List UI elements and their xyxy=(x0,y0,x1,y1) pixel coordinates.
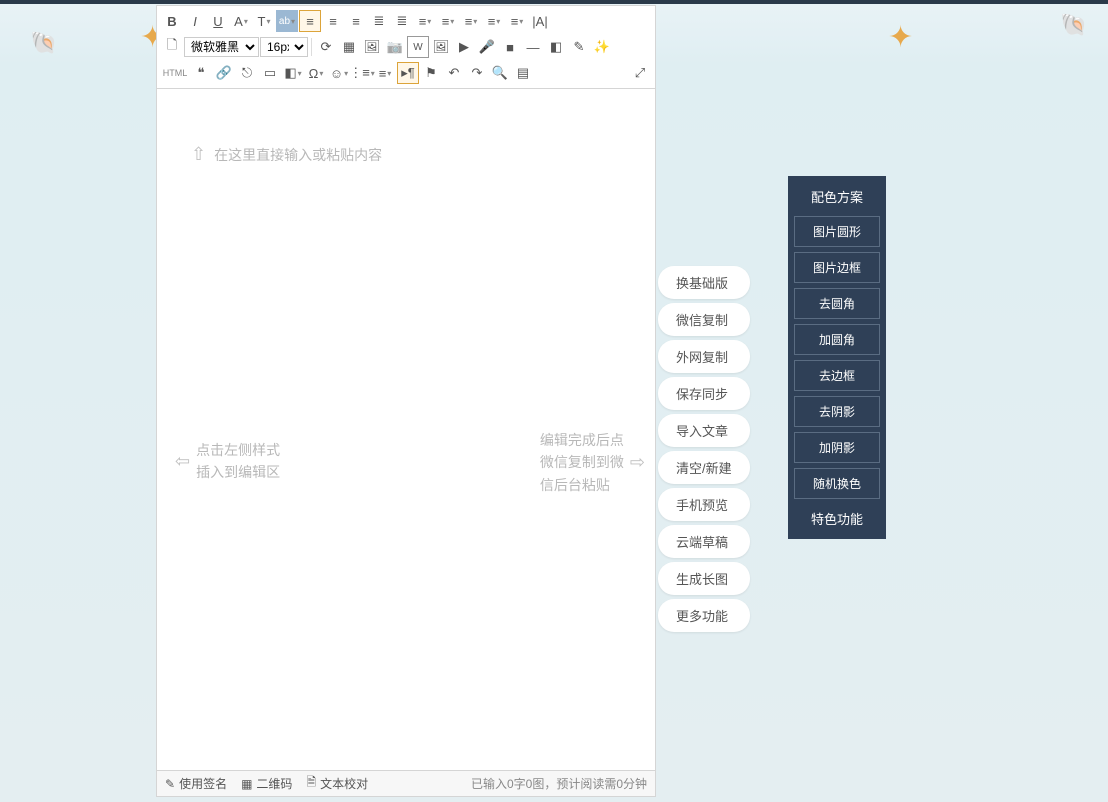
action-long-image[interactable]: 生成长图 xyxy=(658,562,750,595)
align-center-button[interactable]: ≡ xyxy=(322,10,344,32)
proofread-link[interactable]: 🗎文本校对 xyxy=(306,773,368,794)
align-left-button[interactable]: ≡ xyxy=(299,10,321,32)
qrcode-icon: ▦ xyxy=(241,777,252,791)
action-switch-basic[interactable]: 换基础版 xyxy=(658,266,750,299)
margin-button[interactable]: ≡ xyxy=(483,10,505,32)
quote-button[interactable]: ❝ xyxy=(190,62,212,84)
btn-remove-shadow[interactable]: 去阴影 xyxy=(794,396,880,427)
highlight-button[interactable]: ab xyxy=(276,10,298,32)
video-button[interactable]: ▶ xyxy=(453,36,475,58)
select-all-button[interactable]: ▤ xyxy=(512,62,534,84)
unlink-button[interactable]: ⎋ xyxy=(236,62,258,84)
emoji-button[interactable]: ☺ xyxy=(328,62,350,84)
gallery-button[interactable]: 🖼 xyxy=(430,36,452,58)
hint-left: ⇦ 点击左侧样式插入到编辑区 xyxy=(175,439,280,484)
word-button[interactable]: W xyxy=(407,36,429,58)
action-more[interactable]: 更多功能 xyxy=(658,599,750,632)
align-right-button[interactable]: ≡ xyxy=(345,10,367,32)
shell-deco: 🐚 xyxy=(1060,12,1087,38)
new-doc-button[interactable]: 🗋 xyxy=(161,36,183,58)
btn-add-shadow[interactable]: 加阴影 xyxy=(794,432,880,463)
table-button[interactable]: ▦ xyxy=(338,36,360,58)
gif-button[interactable]: 📷 xyxy=(384,36,406,58)
toolbar: B I U A T ab ≡ ≡ ≡ ≣ ≣ ≡ ≡ ≡ ≡ ≡ |A| 🗋 微… xyxy=(156,5,656,89)
action-wechat-copy[interactable]: 微信复制 xyxy=(658,303,750,336)
search-button[interactable]: 🔍 xyxy=(489,62,511,84)
right-arrow-icon: ⇨ xyxy=(630,448,645,477)
refresh-button[interactable]: ⟳ xyxy=(315,36,337,58)
left-arrow-icon: ⇦ xyxy=(175,447,190,476)
ordered-list-button[interactable]: ⋮≡ xyxy=(351,62,373,84)
btn-add-radius[interactable]: 加圆角 xyxy=(794,324,880,355)
btn-image-border[interactable]: 图片边框 xyxy=(794,252,880,283)
up-arrow-icon: ⇧ xyxy=(191,144,206,165)
style-panel: 配色方案 图片圆形 图片边框 去圆角 加圆角 去边框 去阴影 加阴影 随机换色 … xyxy=(788,176,886,539)
action-save-sync[interactable]: 保存同步 xyxy=(658,377,750,410)
background-button[interactable]: ◧ xyxy=(282,62,304,84)
letter-spacing-button[interactable]: ≡ xyxy=(460,10,482,32)
btn-random-color[interactable]: 随机换色 xyxy=(794,468,880,499)
editor-canvas[interactable]: ⇧ 在这里直接输入或粘贴内容 ⇦ 点击左侧样式插入到编辑区 编辑完成后点微信复制… xyxy=(156,89,656,771)
underline-button[interactable]: U xyxy=(207,10,229,32)
unordered-list-button[interactable]: ≡ xyxy=(374,62,396,84)
undo-button[interactable]: ↶ xyxy=(443,62,465,84)
fullscreen-button[interactable]: ⤢ xyxy=(629,62,651,84)
redo-button[interactable]: ↷ xyxy=(466,62,488,84)
html-button[interactable]: HTML xyxy=(161,68,189,78)
btn-remove-radius[interactable]: 去圆角 xyxy=(794,288,880,319)
editor-placeholder: ⇧ 在这里直接输入或粘贴内容 xyxy=(191,144,382,165)
hr-button[interactable]: — xyxy=(522,36,544,58)
font-family-select[interactable]: 微软雅黑 xyxy=(184,37,259,57)
panel-title-color: 配色方案 xyxy=(794,182,880,211)
action-clear[interactable]: 清空/新建 xyxy=(658,451,750,484)
bold-button[interactable]: B xyxy=(161,10,183,32)
word-count: 已输入0字0图，预计阅读需0分钟 xyxy=(471,775,647,792)
indent-button[interactable]: ≣ xyxy=(391,10,413,32)
eraser-button[interactable]: ◧ xyxy=(545,36,567,58)
image-button[interactable]: 🖼 xyxy=(361,36,383,58)
hint-right: 编辑完成后点微信复制到微信后台粘贴 ⇨ xyxy=(540,429,645,496)
outdent-button[interactable]: ≡ xyxy=(414,10,436,32)
magic-button[interactable]: ✨ xyxy=(591,36,613,58)
btn-remove-border[interactable]: 去边框 xyxy=(794,360,880,391)
editor: B I U A T ab ≡ ≡ ≡ ≣ ≣ ≡ ≡ ≡ ≡ ≡ |A| 🗋 微… xyxy=(156,5,656,797)
font-color-button[interactable]: A xyxy=(230,10,252,32)
action-cloud-draft[interactable]: 云端草稿 xyxy=(658,525,750,558)
action-external-copy[interactable]: 外网复制 xyxy=(658,340,750,373)
brush-button[interactable]: ✎ xyxy=(568,36,590,58)
link-button[interactable]: 🔗 xyxy=(213,62,235,84)
text-style-button[interactable]: T xyxy=(253,10,275,32)
action-mobile-preview[interactable]: 手机预览 xyxy=(658,488,750,521)
signature-link[interactable]: ✎使用签名 xyxy=(165,775,227,792)
rtl-button[interactable]: ⚑ xyxy=(420,62,442,84)
editor-footer: ✎使用签名 ▦二维码 🗎文本校对 已输入0字0图，预计阅读需0分钟 xyxy=(156,771,656,797)
btn-image-circle[interactable]: 图片圆形 xyxy=(794,216,880,247)
qrcode-link[interactable]: ▦二维码 xyxy=(241,775,292,792)
line-spacing-button[interactable]: ≡ xyxy=(437,10,459,32)
doc-icon: 🗎 xyxy=(306,773,316,794)
align-justify-button[interactable]: ≣ xyxy=(368,10,390,32)
pencil-icon: ✎ xyxy=(165,777,175,791)
italic-button[interactable]: I xyxy=(184,10,206,32)
side-actions: 换基础版 微信复制 外网复制 保存同步 导入文章 清空/新建 手机预览 云端草稿… xyxy=(658,266,750,632)
map-button[interactable]: ▭ xyxy=(259,62,281,84)
shell-deco: 🐚 xyxy=(30,30,57,56)
star-deco: ✦ xyxy=(888,20,913,55)
action-import[interactable]: 导入文章 xyxy=(658,414,750,447)
clear-format-button[interactable]: |A| xyxy=(529,10,551,32)
audio-button[interactable]: 🎤 xyxy=(476,36,498,58)
panel-title-feature: 特色功能 xyxy=(794,504,880,533)
padding-button[interactable]: ≡ xyxy=(506,10,528,32)
symbol-button[interactable]: Ω xyxy=(305,62,327,84)
font-size-select[interactable]: 16px xyxy=(260,37,308,57)
camera-button[interactable]: ■ xyxy=(499,36,521,58)
ltr-button[interactable]: ▸¶ xyxy=(397,62,419,84)
